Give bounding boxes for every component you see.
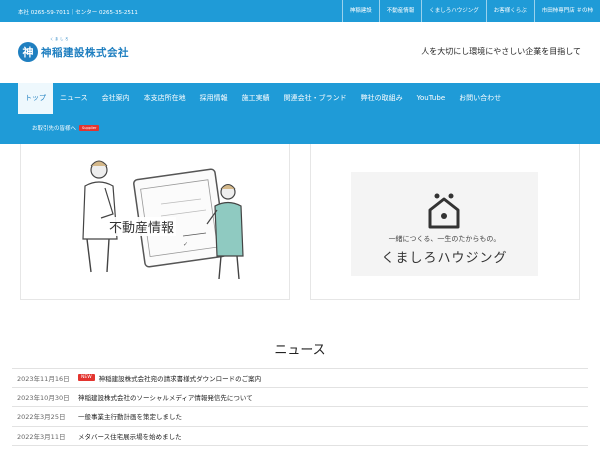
news-title-link[interactable]: 神稲建設株式会社のソーシャルメディア情報発信先について (78, 392, 253, 402)
top-link-persimmon-shop[interactable]: 市田柿専門店 ＃の柿 (533, 0, 600, 22)
news-item[interactable]: 2023年11月16日 NEW 神稲建設株式会社宛の請求書様式ダウンロードのご案… (12, 368, 588, 388)
phone-numbers: 本社 0265-59-7011｜センター 0265-35-2511 (18, 10, 138, 16)
nav-item-group-brands[interactable]: 関連会社・ブランド (277, 83, 354, 114)
top-utility-bar: 本社 0265-59-7011｜センター 0265-35-2511 神稲建設 不… (0, 0, 600, 22)
news-item[interactable]: 2022年3月11日 メタバース住宅展示場を始めました (12, 427, 588, 446)
top-link-kumashiro-housing[interactable]: くましろハウジング (421, 0, 486, 22)
site-header: くましろ 神 神稲建設株式会社 人を大切にし環境にやさしい企業を目指して (0, 22, 600, 83)
news-list: 2023年11月16日 NEW 神稲建設株式会社宛の請求書様式ダウンロードのご案… (12, 368, 588, 446)
nav-item-youtube[interactable]: YouTube (410, 83, 452, 114)
top-links: 神稲建設 不動産情報 くましろハウジング お客様くらぶ 市田柿専門店 ＃の柿 (341, 0, 600, 22)
logo-ruby: くましろ (50, 37, 70, 41)
top-link-customer-club[interactable]: お客様くらぶ (485, 0, 534, 22)
nav-item-suppliers[interactable]: お取引先の皆様へ Supplier (32, 124, 100, 132)
logo-mark-icon: 神 (18, 42, 38, 62)
news-title-link[interactable]: 神稲建設株式会社宛の請求書様式ダウンロードのご案内 (99, 373, 262, 383)
nav-item-recruit[interactable]: 採用情報 (193, 83, 235, 114)
news-title-link[interactable]: メタバース住宅展示場を始めました (78, 431, 182, 441)
site-logo[interactable]: くましろ 神 神稲建設株式会社 (18, 37, 129, 62)
top-link-real-estate[interactable]: 不動産情報 (378, 0, 422, 22)
supplier-badge: Supplier (79, 125, 100, 131)
logo-text: 神稲建設株式会社 (41, 46, 129, 59)
news-section-title: ニュース (274, 343, 326, 358)
real-estate-title: 不動産情報 (107, 217, 177, 236)
header-tagline: 人を大切にし環境にやさしい企業を目指して (421, 47, 581, 56)
news-date: 2023年11月16日 (17, 374, 70, 383)
nav-item-works[interactable]: 施工実績 (235, 83, 277, 114)
nav-item-contact[interactable]: お問い合わせ (452, 83, 508, 114)
news-item[interactable]: 2022年3月25日 一般事業主行動計画を策定しました (12, 407, 588, 427)
top-link-kumashiro-kensetsu[interactable]: 神稲建設 (341, 0, 379, 22)
house-icon (428, 193, 460, 229)
new-badge: NEW (78, 374, 95, 382)
news-item[interactable]: 2023年10月30日 神稲建設株式会社のソーシャルメディア情報発信先について (12, 388, 588, 407)
svg-text:✓: ✓ (183, 241, 188, 248)
nav-item-company[interactable]: 会社案内 (95, 83, 137, 114)
kumashiro-housing-banner[interactable]: 一緒につくる、一生のたからもの。 くましろハウジング (310, 144, 580, 300)
nav-item-top[interactable]: トップ (18, 83, 53, 114)
housing-name: くましろハウジング (381, 251, 508, 266)
nav-suppliers-label: お取引先の皆様へ (32, 126, 77, 132)
housing-card: 一緒につくる、一生のたからもの。 くましろハウジング (351, 172, 538, 276)
nav-item-initiatives[interactable]: 弊社の取組み (354, 83, 410, 114)
news-date: 2022年3月11日 (17, 432, 66, 441)
nav-item-offices[interactable]: 本支店所在地 (137, 83, 193, 114)
news-date: 2023年10月30日 (17, 393, 70, 402)
main-nav: トップ ニュース 会社案内 本支店所在地 採用情報 施工実績 関連会社・ブランド… (0, 83, 600, 144)
news-date: 2022年3月25日 (17, 413, 66, 422)
nav-item-news[interactable]: ニュース (53, 83, 95, 114)
news-title-link[interactable]: 一般事業主行動計画を策定しました (78, 411, 182, 421)
real-estate-banner[interactable]: ✓ 不動産情報 (20, 144, 290, 300)
housing-tagline: 一緒につくる、一生のたからもの。 (388, 235, 501, 243)
